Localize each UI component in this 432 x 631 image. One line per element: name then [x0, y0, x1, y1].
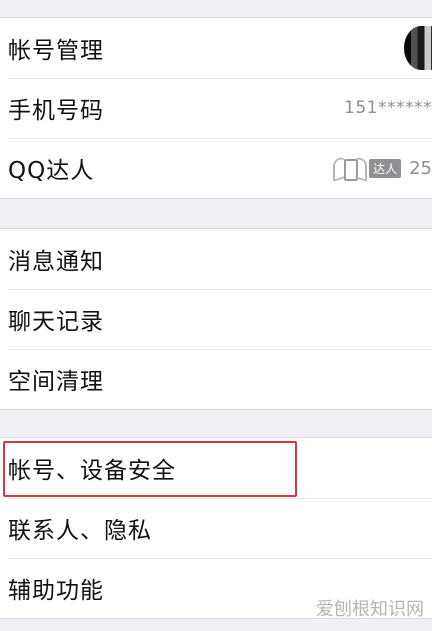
row-label: QQ达人 [8, 158, 95, 184]
settings-screen: 帐号管理 手机号码 151****** QQ达人 达人 25 消息通知 聊天记录… [0, 0, 432, 631]
message-notification-row[interactable]: 消息通知 [0, 229, 432, 289]
phone-number-row[interactable]: 手机号码 151****** [0, 78, 432, 138]
avatar [404, 26, 432, 70]
highlight-box [3, 441, 297, 497]
account-management-row[interactable]: 帐号管理 [0, 18, 432, 78]
account-group: 帐号管理 手机号码 151****** QQ达人 达人 25 [0, 17, 432, 199]
storage-cleanup-row[interactable]: 空间清理 [0, 349, 432, 409]
expert-level: 25 [409, 157, 432, 179]
expert-badge: 达人 [333, 155, 402, 181]
watermark: 爱刨根知识网 [316, 599, 424, 620]
phone-value: 151****** [344, 98, 432, 118]
row-right [404, 18, 432, 78]
general-group: 消息通知 聊天记录 空间清理 [0, 228, 432, 410]
row-label: 联系人、隐私 [8, 518, 152, 544]
row-label: 帐号管理 [8, 38, 104, 64]
row-label: 空间清理 [8, 369, 104, 395]
row-label: 聊天记录 [8, 309, 104, 335]
row-label: 消息通知 [8, 249, 104, 275]
wing-phone-icon [333, 155, 367, 181]
row-right: 151****** [344, 78, 432, 138]
qq-expert-row[interactable]: QQ达人 达人 25 [0, 138, 432, 198]
row-label: 辅助功能 [8, 578, 104, 604]
chat-history-row[interactable]: 聊天记录 [0, 289, 432, 349]
contacts-privacy-row[interactable]: 联系人、隐私 [0, 498, 432, 558]
expert-badge-tag: 达人 [369, 158, 402, 178]
row-right: 达人 25 [333, 138, 432, 198]
row-label: 手机号码 [8, 98, 104, 124]
